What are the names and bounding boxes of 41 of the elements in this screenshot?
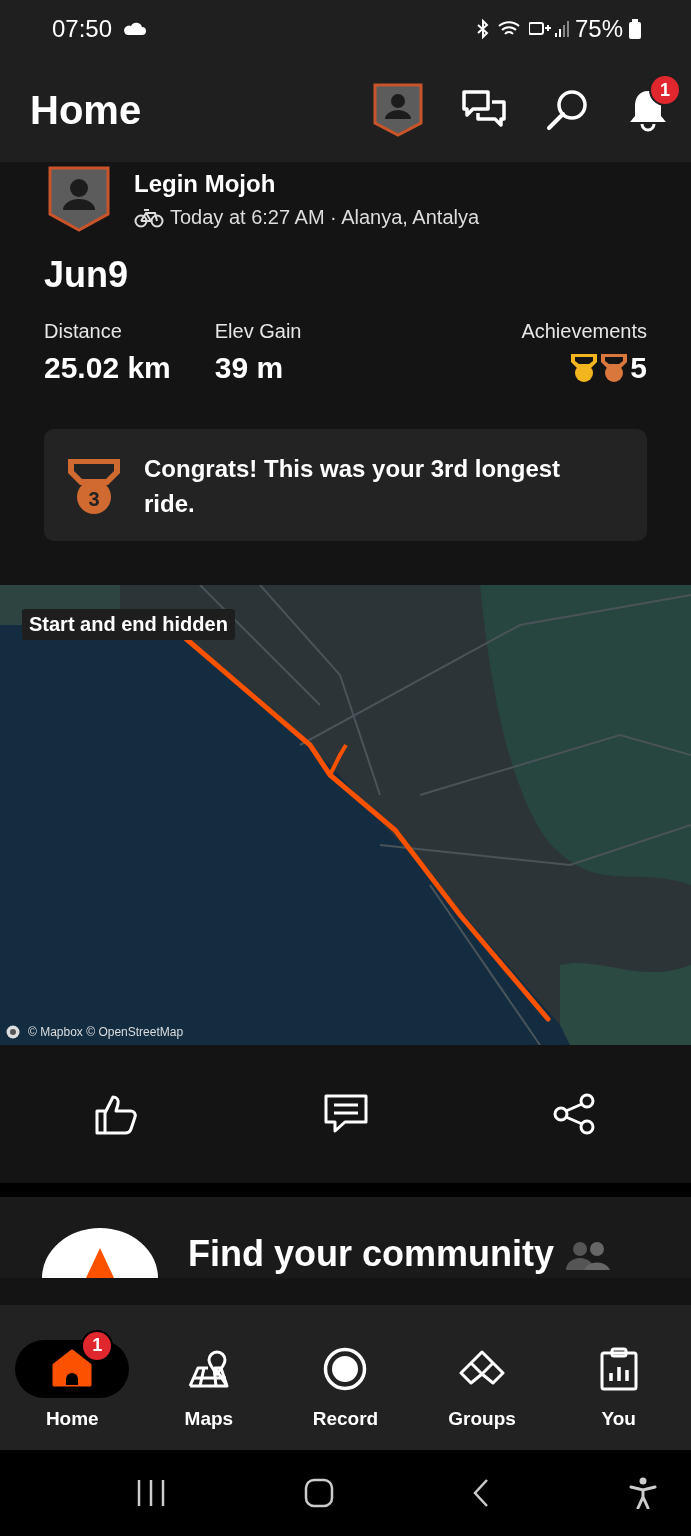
accessibility-icon[interactable] [628, 1477, 657, 1509]
athlete-name[interactable]: Legin Mojoh [134, 170, 480, 198]
share-icon[interactable] [553, 1093, 597, 1135]
home-button-icon[interactable] [303, 1478, 334, 1508]
recent-apps-icon[interactable] [136, 1479, 166, 1507]
map-label: Start and end hidden [22, 609, 235, 640]
stat-label: Distance [44, 320, 123, 343]
comment-icon[interactable] [322, 1093, 369, 1135]
activity-title[interactable]: Jun9 [44, 254, 129, 296]
nav-tab[interactable]: Maps [145, 1325, 272, 1430]
signal-icon [528, 19, 569, 39]
map-attribution[interactable]: © Mapbox © OpenStreetMap [28, 1025, 184, 1039]
avatar-icon[interactable] [48, 166, 110, 232]
battery-icon [629, 19, 641, 39]
nav-tab[interactable]: You [555, 1325, 682, 1430]
clipboard-chart-icon [598, 1346, 639, 1391]
stat-label: Elev Gain [214, 320, 302, 343]
nav-tab[interactable]: Groups [419, 1325, 546, 1430]
notification-badge: 1 [81, 1329, 114, 1362]
mapbox-logo-icon[interactable] [6, 1025, 20, 1039]
thumbs-up-icon[interactable] [94, 1093, 138, 1135]
avatar-icon[interactable] [373, 83, 423, 137]
notification-badge: 1 [649, 74, 681, 106]
status-time: 07:50 [52, 15, 113, 43]
congrats-text: Congrats! This was your 3rd longest ride. [144, 454, 562, 519]
stat-value: 39 m [214, 351, 285, 385]
people-icon [566, 1239, 610, 1270]
stat-value: 25.02 km [44, 351, 171, 385]
activity-meta: Today at 6:27 AM · Alanya, Antalya [170, 206, 480, 229]
achievement-count: 5 [630, 351, 647, 385]
bike-icon [134, 207, 164, 228]
cloud-icon [122, 22, 147, 36]
strava-logo-icon [42, 1226, 158, 1278]
search-icon[interactable] [545, 88, 589, 132]
community-title: Find your community [188, 1232, 554, 1275]
nav-tab[interactable]: Record [282, 1325, 409, 1430]
stat-label: Achievements [521, 320, 647, 343]
page-title: Home [30, 87, 142, 133]
home-icon [50, 1348, 95, 1389]
record-icon [323, 1346, 368, 1391]
battery-level: 75% [574, 15, 623, 43]
